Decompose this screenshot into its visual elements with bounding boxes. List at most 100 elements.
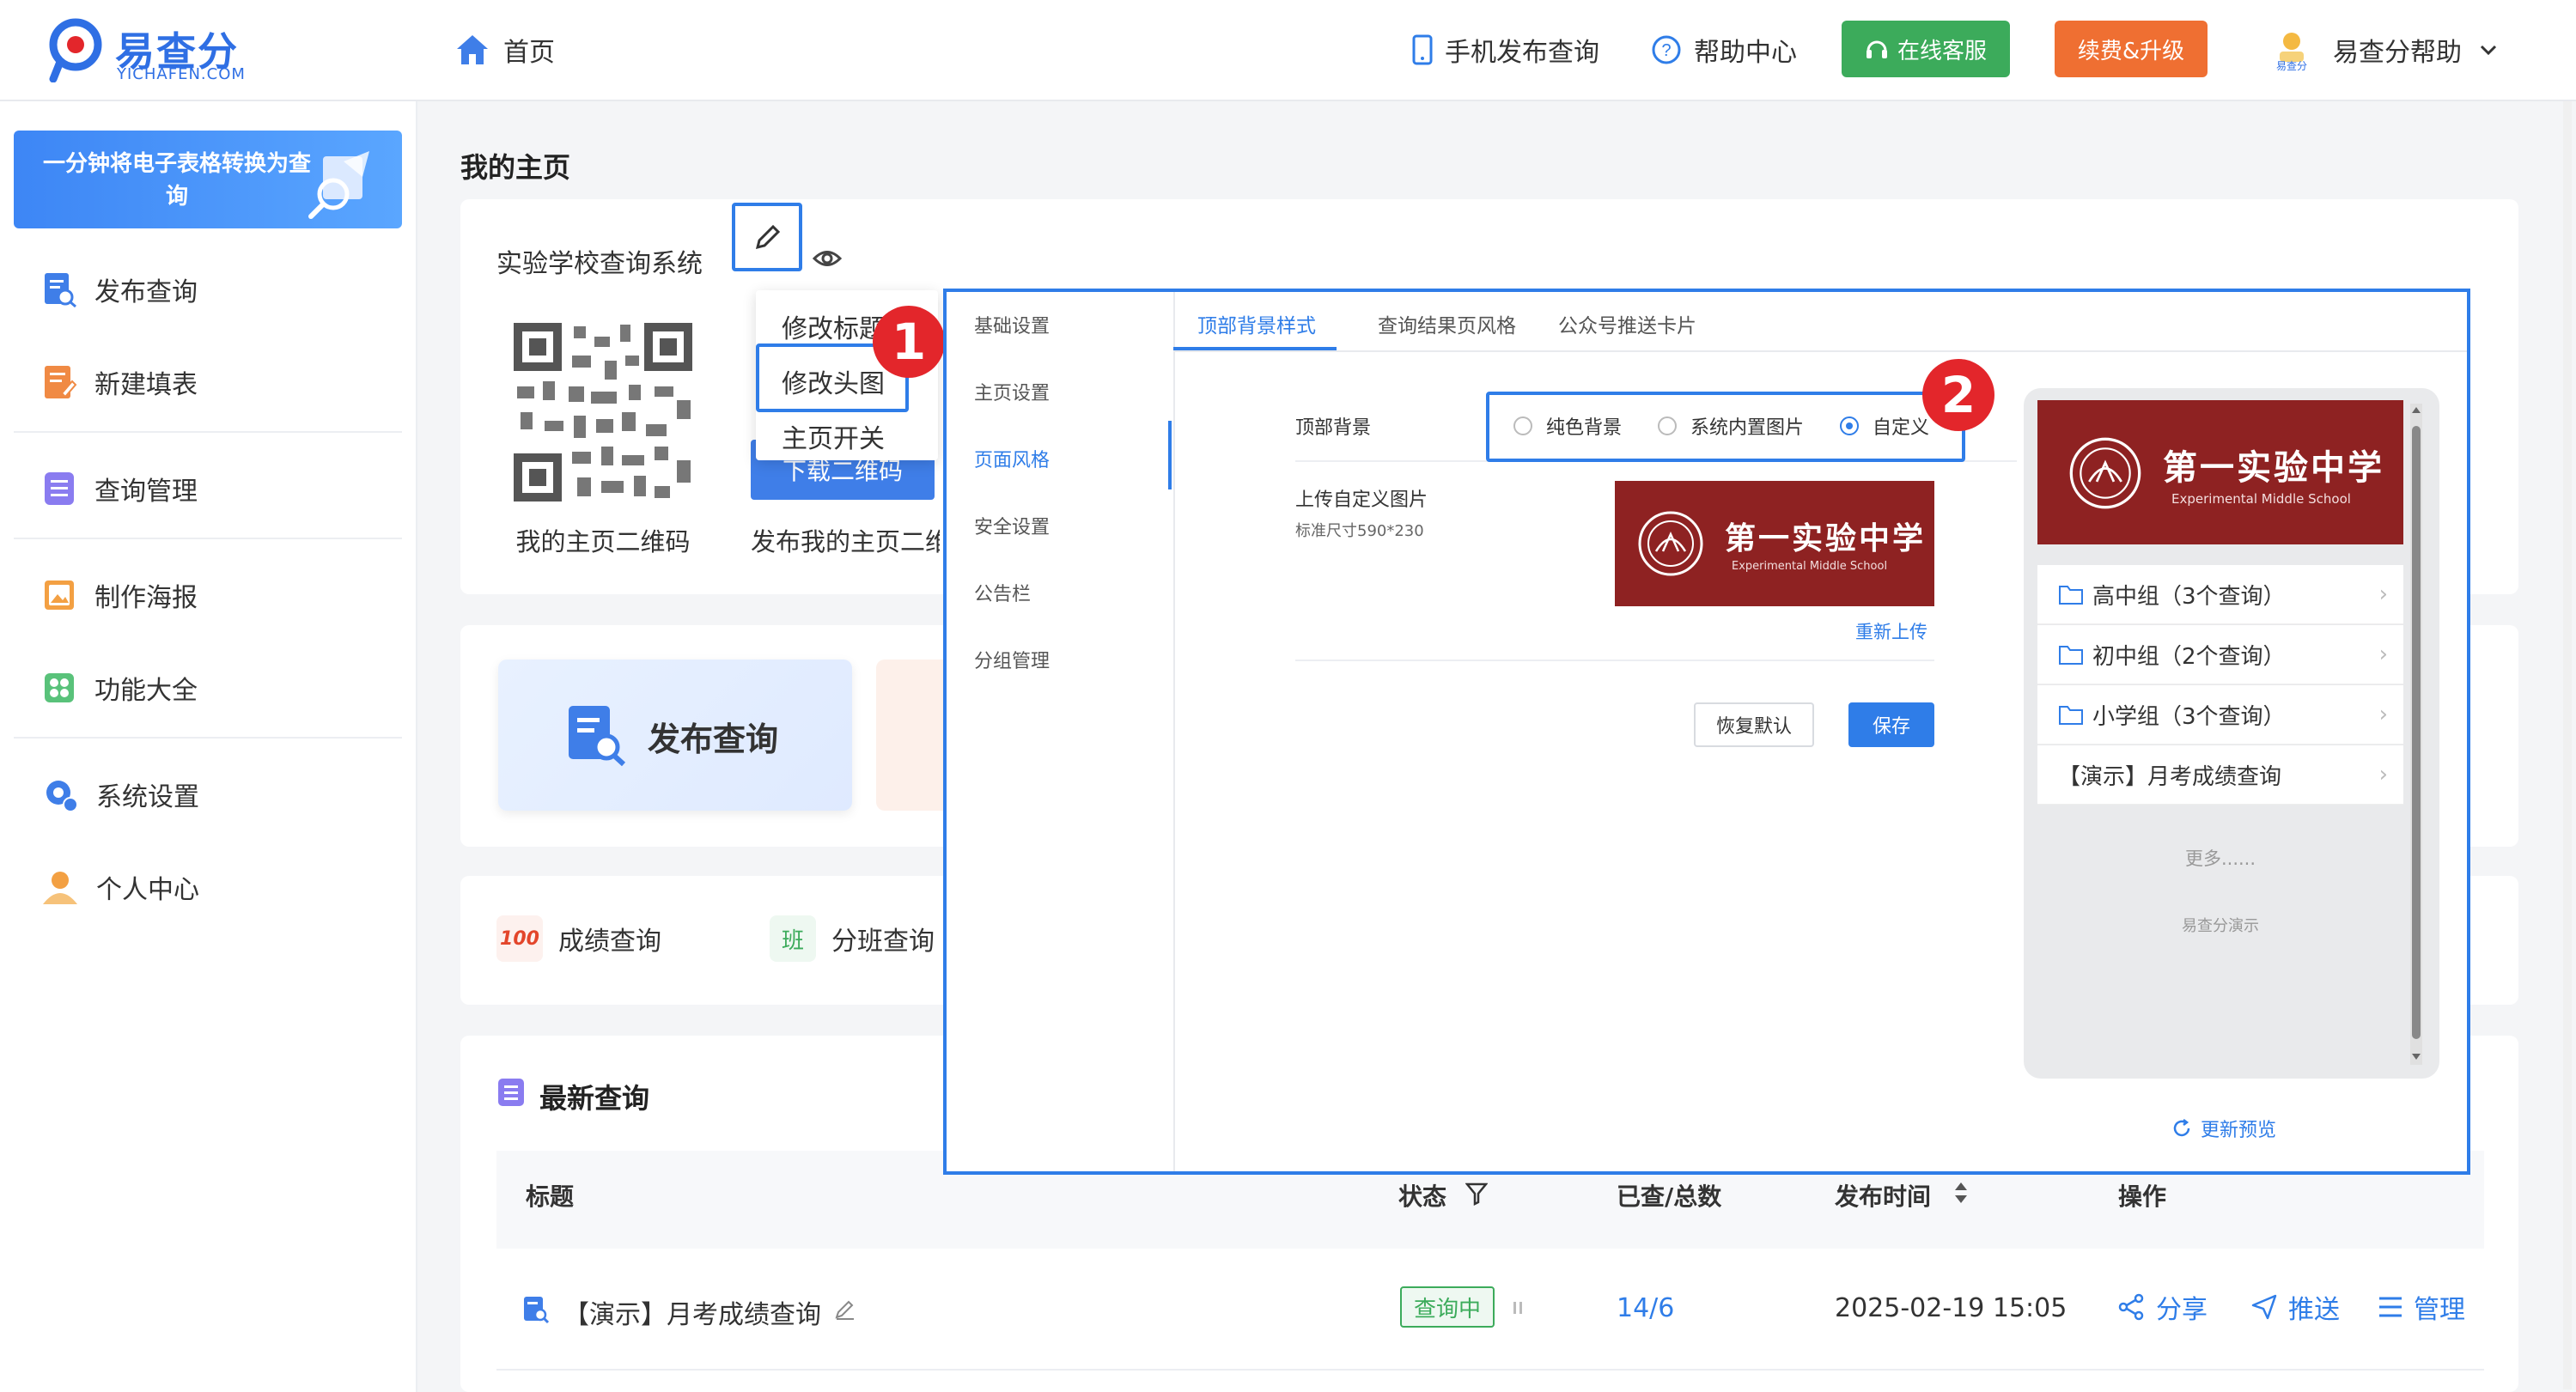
sidebar-banner[interactable]: 一分钟将电子表格转换为查询 xyxy=(14,131,402,228)
menu-basic-settings[interactable]: 基础设置 xyxy=(974,311,1050,338)
scroll-up-arrow-icon[interactable] xyxy=(2410,404,2422,416)
push-action[interactable]: 推送 xyxy=(2250,1288,2340,1326)
tab-result-page-style[interactable]: 查询结果页风格 xyxy=(1378,309,1516,338)
chevron-right-icon: › xyxy=(2378,702,2388,727)
preview-school-name-en: Experimental Middle School xyxy=(2171,491,2351,507)
menu-homepage-settings[interactable]: 主页设置 xyxy=(974,378,1050,405)
sidebar-item-poster[interactable]: 制作海报 xyxy=(41,574,198,617)
reset-button[interactable]: 恢复默认 xyxy=(1694,702,1814,747)
sidebar-item-query-manage[interactable]: 查询管理 xyxy=(41,467,198,510)
col-count: 已查/总数 xyxy=(1617,1182,1722,1211)
quick-publish-label: 发布查询 xyxy=(648,720,779,758)
eye-icon[interactable] xyxy=(813,247,842,270)
col-title: 标题 xyxy=(526,1182,575,1211)
logo-icon xyxy=(49,18,102,82)
score-icon: 100 xyxy=(496,915,543,962)
sidebar-banner-text: 一分钟将电子表格转换为查询 xyxy=(42,151,311,210)
class-icon: 班 xyxy=(770,915,816,962)
row-time: 2025-02-19 15:05 xyxy=(1835,1293,2067,1323)
renew-button[interactable]: 续费&升级 xyxy=(2055,21,2208,77)
step-badge-2: 2 xyxy=(1922,359,1994,431)
online-service-label: 在线客服 xyxy=(1897,38,1987,64)
top-header: 易查分 YICHAFEN.COM 首页 手机发布查询 ? 帮助中心 在线客服 续… xyxy=(0,0,2576,101)
nav-home[interactable]: 首页 xyxy=(455,31,555,69)
publish-query-icon xyxy=(45,273,76,307)
settings-icon xyxy=(46,781,78,812)
refresh-preview-button[interactable]: 更新预览 xyxy=(2171,1115,2276,1142)
sidebar-item-label: 新建填表 xyxy=(94,370,198,400)
qr-label: 我的主页二维码 xyxy=(515,527,691,556)
category-class[interactable]: 班 分班查询 xyxy=(770,915,935,962)
bg-label: 顶部背景 xyxy=(1295,417,1372,439)
tab-wechat-card[interactable]: 公众号推送卡片 xyxy=(1558,309,1696,338)
menu-item-edit-title[interactable]: 修改标题 xyxy=(782,307,885,345)
sidebar-item-new-form[interactable]: 新建填表 xyxy=(41,361,198,404)
page-scrollbar[interactable] xyxy=(2563,101,2572,1389)
edit-icon[interactable] xyxy=(833,1297,857,1321)
category-score-label: 成绩查询 xyxy=(558,927,661,957)
online-service-button[interactable]: 在线客服 xyxy=(1842,21,2010,77)
menu-bulletin[interactable]: 公告栏 xyxy=(974,579,1031,606)
preview-footer: 易查分演示 xyxy=(2182,917,2259,935)
tab-underline xyxy=(1173,347,1337,350)
quick-form-card[interactable] xyxy=(876,660,943,811)
share-action[interactable]: 分享 xyxy=(2118,1288,2208,1326)
phone-preview: 第一实验中学 Experimental Middle School 高中组（3个… xyxy=(2024,388,2439,1079)
svg-text:?: ? xyxy=(1661,41,1671,60)
preview-scrollbar[interactable] xyxy=(2410,404,2422,1065)
share-icon xyxy=(2118,1293,2144,1321)
status-badge: 查询中 xyxy=(1400,1286,1495,1328)
row-count[interactable]: 14/6 xyxy=(1617,1293,1674,1323)
query-manage-icon xyxy=(45,472,74,505)
sidebar-item-label: 查询管理 xyxy=(94,477,198,507)
menu-page-style[interactable]: 页面风格 xyxy=(974,445,1050,472)
category-score[interactable]: 100 成绩查询 xyxy=(496,915,661,962)
folder-icon xyxy=(2059,586,2083,605)
logo[interactable]: 易查分 YICHAFEN.COM xyxy=(48,17,254,86)
sidebar-item-user-center[interactable]: 个人中心 xyxy=(41,866,199,909)
menu-security-settings[interactable]: 安全设置 xyxy=(974,512,1050,539)
pause-icon[interactable] xyxy=(1512,1300,1524,1316)
avatar: 易查分 xyxy=(2268,26,2316,74)
send-icon xyxy=(2251,1294,2277,1320)
home-icon xyxy=(457,35,488,64)
sidebar-item-publish[interactable]: 发布查询 xyxy=(41,268,198,311)
save-button[interactable]: 保存 xyxy=(1848,702,1934,747)
col-time: 发布时间 xyxy=(1835,1182,1932,1211)
category-class-label: 分班查询 xyxy=(831,927,935,957)
manage-action[interactable]: 管理 xyxy=(2378,1288,2465,1326)
sidebar-item-label: 制作海报 xyxy=(94,583,198,613)
list-icon xyxy=(498,1079,524,1106)
sidebar-divider xyxy=(14,737,402,739)
sort-icon[interactable] xyxy=(1953,1180,1969,1206)
highlight-bg-options xyxy=(1486,392,1965,462)
help-center-link[interactable]: ? 帮助中心 xyxy=(1651,29,1797,70)
user-menu[interactable]: 易查分 易查分帮助 xyxy=(2268,24,2498,76)
sidebar-item-label: 功能大全 xyxy=(94,676,198,706)
menu-item-homepage-toggle[interactable]: 主页开关 xyxy=(782,417,885,455)
logo-subtitle: YICHAFEN.COM xyxy=(117,65,246,83)
preview-scroll-thumb[interactable] xyxy=(2412,426,2421,1039)
row-title[interactable]: 【演示】月考成绩查询 xyxy=(563,1293,821,1331)
custom-header-image[interactable]: 第一实验中学 Experimental Middle School xyxy=(1615,481,1934,606)
site-name: 实验学校查询系统 xyxy=(496,249,703,279)
sidebar-item-settings[interactable]: 系统设置 xyxy=(41,773,199,816)
phone-icon xyxy=(1412,34,1433,65)
sidebar-item-features[interactable]: 功能大全 xyxy=(41,666,198,709)
query-doc-icon xyxy=(524,1297,550,1324)
reupload-link[interactable]: 重新上传 xyxy=(1855,618,1927,644)
folder-icon xyxy=(2059,706,2083,725)
user-center-icon xyxy=(43,872,77,904)
tab-header-bg-style[interactable]: 顶部背景样式 xyxy=(1197,309,1316,338)
preview-header-image: 第一实验中学 Experimental Middle School xyxy=(2037,400,2403,544)
sidebar-divider xyxy=(14,538,402,539)
edit-title-button[interactable] xyxy=(732,203,802,271)
scroll-down-arrow-icon[interactable] xyxy=(2410,1051,2422,1063)
banner-illustration-icon xyxy=(308,151,369,219)
latest-queries-title: 最新查询 xyxy=(539,1082,650,1115)
quick-publish-card[interactable]: 发布查询 xyxy=(498,660,852,811)
mobile-publish-link[interactable]: 手机发布查询 xyxy=(1412,29,1599,70)
filter-icon[interactable] xyxy=(1465,1182,1488,1206)
menu-group-manage[interactable]: 分组管理 xyxy=(974,646,1050,673)
folder-icon xyxy=(2059,646,2083,665)
